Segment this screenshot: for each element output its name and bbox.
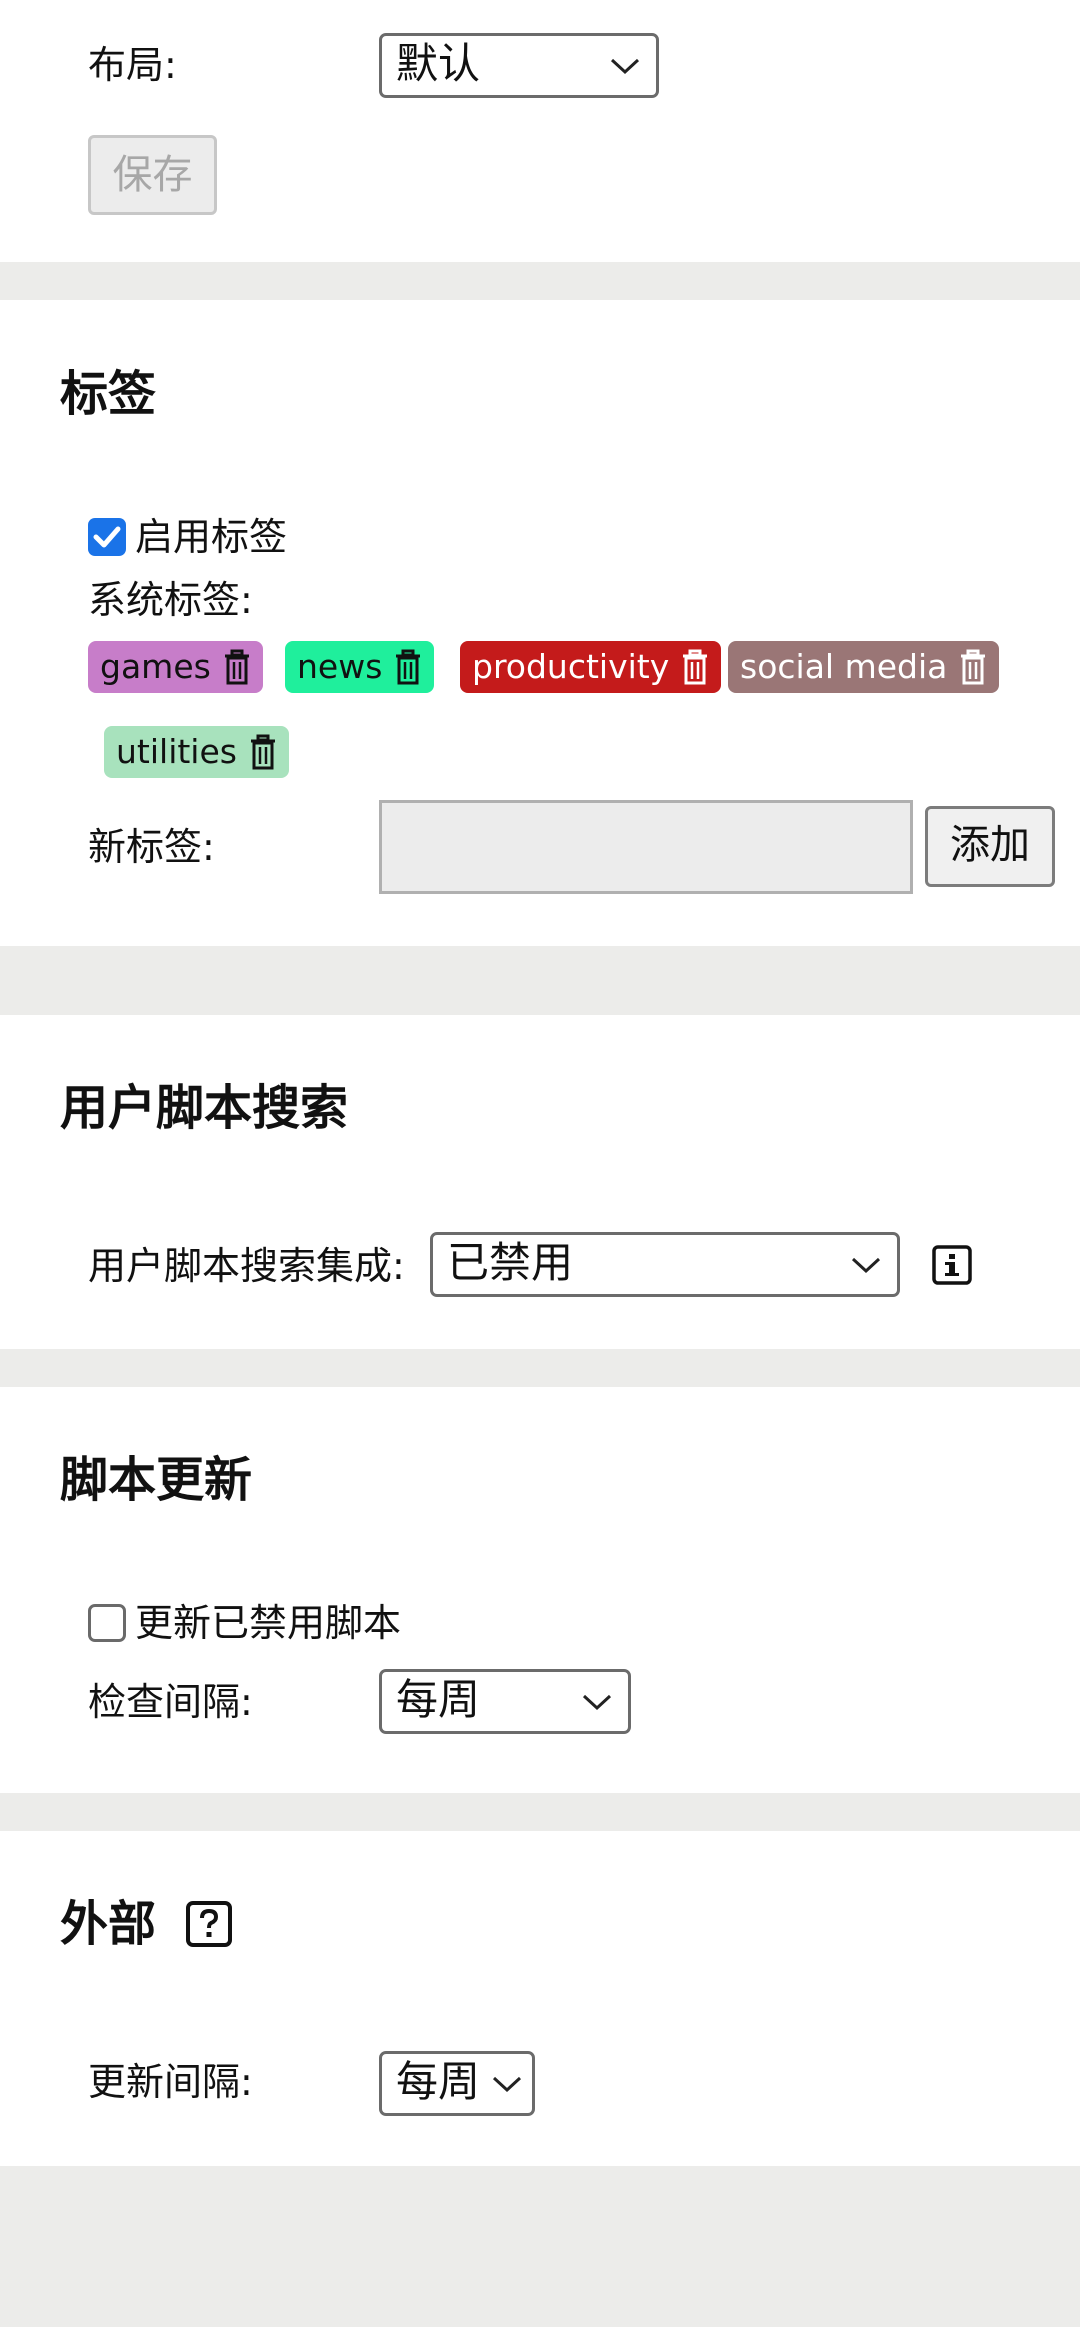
- layout-section: 布局: 默认 保存: [0, 0, 1080, 262]
- new-tag-input[interactable]: [379, 800, 913, 894]
- trash-icon[interactable]: [681, 649, 709, 685]
- layout-label: 布局:: [88, 43, 177, 87]
- tag-chip: games: [88, 641, 263, 693]
- update-disabled-scripts-label: 更新已禁用脚本: [135, 1601, 402, 1645]
- chevron-down-icon: [582, 1694, 612, 1710]
- layout-select-value: 默认: [396, 39, 481, 88]
- external-heading: 外部: [60, 1896, 157, 1952]
- new-tag-label: 新标签:: [88, 825, 215, 869]
- userscript-search-section: 用户脚本搜索 用户脚本搜索集成: 已禁用: [0, 1015, 1080, 1349]
- check-interval-label: 检查间隔:: [88, 1680, 253, 1724]
- chevron-down-icon: [610, 58, 640, 74]
- system-tags-label: 系统标签:: [88, 578, 253, 622]
- tag-label: games: [100, 647, 211, 686]
- update-interval-label: 更新间隔:: [88, 2060, 253, 2104]
- save-button[interactable]: 保存: [88, 135, 217, 215]
- enable-tags-checkbox[interactable]: [88, 518, 126, 556]
- update-interval-select[interactable]: 每周: [379, 2051, 535, 2116]
- enable-tags-label: 启用标签: [135, 515, 288, 559]
- check-interval-select-value: 每周: [396, 1675, 481, 1724]
- add-tag-button[interactable]: 添加: [925, 806, 1055, 887]
- userscript-search-select-value: 已禁用: [447, 1238, 574, 1287]
- trash-icon[interactable]: [249, 734, 277, 770]
- update-disabled-scripts-checkbox[interactable]: [88, 1604, 126, 1642]
- chevron-down-icon: [851, 1257, 881, 1273]
- tag-label: news: [297, 647, 383, 686]
- info-icon[interactable]: [932, 1245, 972, 1285]
- update-interval-select-value: 每周: [396, 2057, 481, 2106]
- tag-label: productivity: [472, 647, 670, 686]
- tag-label: utilities: [116, 732, 237, 771]
- layout-select[interactable]: 默认: [379, 33, 659, 98]
- tags-heading: 标签: [60, 366, 157, 422]
- userscript-search-heading: 用户脚本搜索: [60, 1080, 349, 1136]
- check-interval-select[interactable]: 每周: [379, 1669, 631, 1734]
- tag-chip: utilities: [104, 726, 289, 778]
- trash-icon[interactable]: [223, 649, 251, 685]
- trash-icon[interactable]: [394, 649, 422, 685]
- tag-chip: productivity: [460, 641, 722, 693]
- userscript-search-select[interactable]: 已禁用: [430, 1232, 900, 1297]
- script-update-heading: 脚本更新: [60, 1452, 253, 1508]
- tag-chip: social media: [728, 641, 1000, 693]
- help-icon[interactable]: [185, 1900, 233, 1948]
- tags-section: 标签 启用标签 系统标签: games news productivity socia…: [0, 300, 1080, 946]
- check-icon: [93, 526, 121, 548]
- external-section: 外部 更新间隔: 每周: [0, 1831, 1080, 2166]
- userscript-search-label: 用户脚本搜索集成:: [88, 1244, 405, 1288]
- script-update-section: 脚本更新 更新已禁用脚本 检查间隔: 每周: [0, 1387, 1080, 1793]
- chevron-down-icon: [492, 2076, 522, 2092]
- tag-chip: news: [285, 641, 435, 693]
- trash-icon[interactable]: [959, 649, 987, 685]
- tag-label: social media: [740, 647, 948, 686]
